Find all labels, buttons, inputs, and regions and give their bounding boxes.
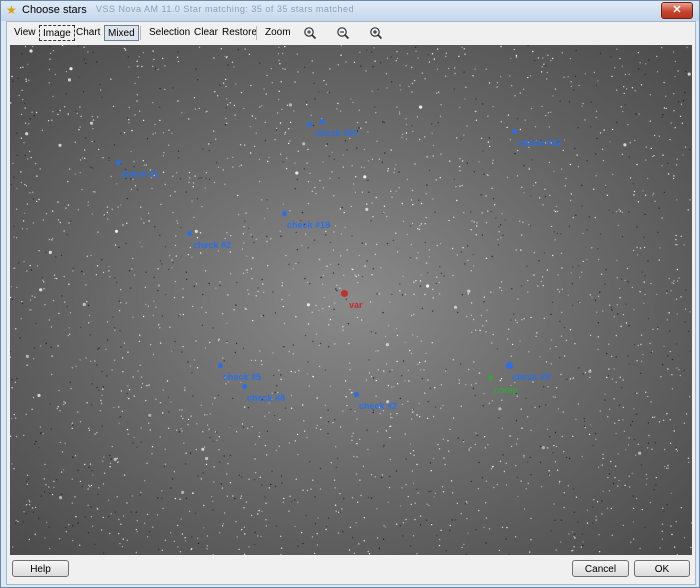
zoom-fit-icon[interactable] bbox=[303, 25, 317, 41]
star-label-check-35[interactable]: check #5 bbox=[223, 372, 261, 382]
selection-button[interactable]: Selection bbox=[146, 25, 193, 41]
zoom-in-icon[interactable] bbox=[369, 25, 383, 41]
toolbar: View Image Chart Mixed Selection Clear R… bbox=[7, 22, 695, 44]
star-marker-check-41[interactable] bbox=[116, 160, 121, 165]
star-label-check-31[interactable]: check #31 bbox=[315, 128, 358, 138]
star-marker-check-48[interactable] bbox=[242, 384, 247, 389]
choose-stars-window: ★ Choose stars VSS Nova AM 11.0 Star mat… bbox=[0, 0, 700, 588]
cancel-button-label: Cancel bbox=[584, 564, 617, 575]
star-field-image[interactable]: check #31 check #33 check #1 check #18 c… bbox=[10, 45, 692, 555]
star-label-check-32[interactable]: check #2 bbox=[359, 401, 397, 411]
star-marker-check-31[interactable] bbox=[307, 122, 312, 127]
star-label-check-18[interactable]: check #18 bbox=[287, 220, 330, 230]
toolbar-separator bbox=[256, 26, 257, 40]
zoom-label: Zoom bbox=[265, 27, 291, 38]
view-label: View bbox=[14, 27, 36, 38]
star-marker-check-32[interactable] bbox=[354, 392, 359, 397]
close-button[interactable]: ✕ bbox=[661, 2, 693, 19]
star-label-check-9[interactable]: check #9 bbox=[512, 372, 550, 382]
mixed-mode-button[interactable]: Mixed bbox=[104, 25, 139, 41]
star-label-check-42[interactable]: check #2 bbox=[193, 240, 231, 250]
dialog-button-bar: Help Cancel OK bbox=[7, 557, 695, 584]
star-marker-var[interactable] bbox=[341, 290, 348, 297]
title-bar[interactable]: ★ Choose stars VSS Nova AM 11.0 Star mat… bbox=[1, 1, 699, 21]
restore-button[interactable]: Restore bbox=[219, 25, 260, 41]
ok-button-label: OK bbox=[654, 564, 670, 575]
star-marker-check-31b[interactable] bbox=[320, 119, 325, 124]
star-marker-check-42[interactable] bbox=[187, 231, 192, 236]
toolbar-separator bbox=[140, 26, 141, 40]
image-mode-button[interactable]: Image bbox=[39, 25, 75, 41]
star-app-icon: ★ bbox=[6, 3, 17, 17]
star-marker-check-9[interactable] bbox=[506, 362, 513, 369]
star-marker-check-35[interactable] bbox=[218, 363, 223, 368]
cancel-button[interactable]: Cancel bbox=[572, 560, 629, 577]
close-icon: ✕ bbox=[672, 4, 682, 16]
star-label-check-41[interactable]: check #1 bbox=[121, 169, 159, 179]
star-label-check-33[interactable]: check #33 bbox=[518, 138, 561, 148]
star-marker-check-33[interactable] bbox=[512, 129, 517, 134]
dialog-client: View Image Chart Mixed Selection Clear R… bbox=[6, 21, 696, 585]
zoom-out-icon[interactable] bbox=[336, 25, 350, 41]
chart-mode-button[interactable]: Chart bbox=[73, 25, 103, 41]
window-title: Choose stars bbox=[22, 4, 87, 16]
star-marker-check-18[interactable] bbox=[282, 211, 287, 216]
star-label-var[interactable]: var bbox=[349, 300, 363, 310]
background-window-title: VSS Nova AM 11.0 Star matching: 35 of 35… bbox=[96, 4, 354, 14]
star-marker-comp[interactable] bbox=[488, 375, 493, 380]
star-label-check-48[interactable]: check #8 bbox=[247, 393, 285, 403]
ok-button[interactable]: OK bbox=[634, 560, 690, 577]
help-button[interactable]: Help bbox=[12, 560, 69, 577]
clear-button[interactable]: Clear bbox=[191, 25, 221, 41]
help-button-label: Help bbox=[30, 564, 51, 575]
star-label-comp[interactable]: comp bbox=[494, 385, 518, 395]
